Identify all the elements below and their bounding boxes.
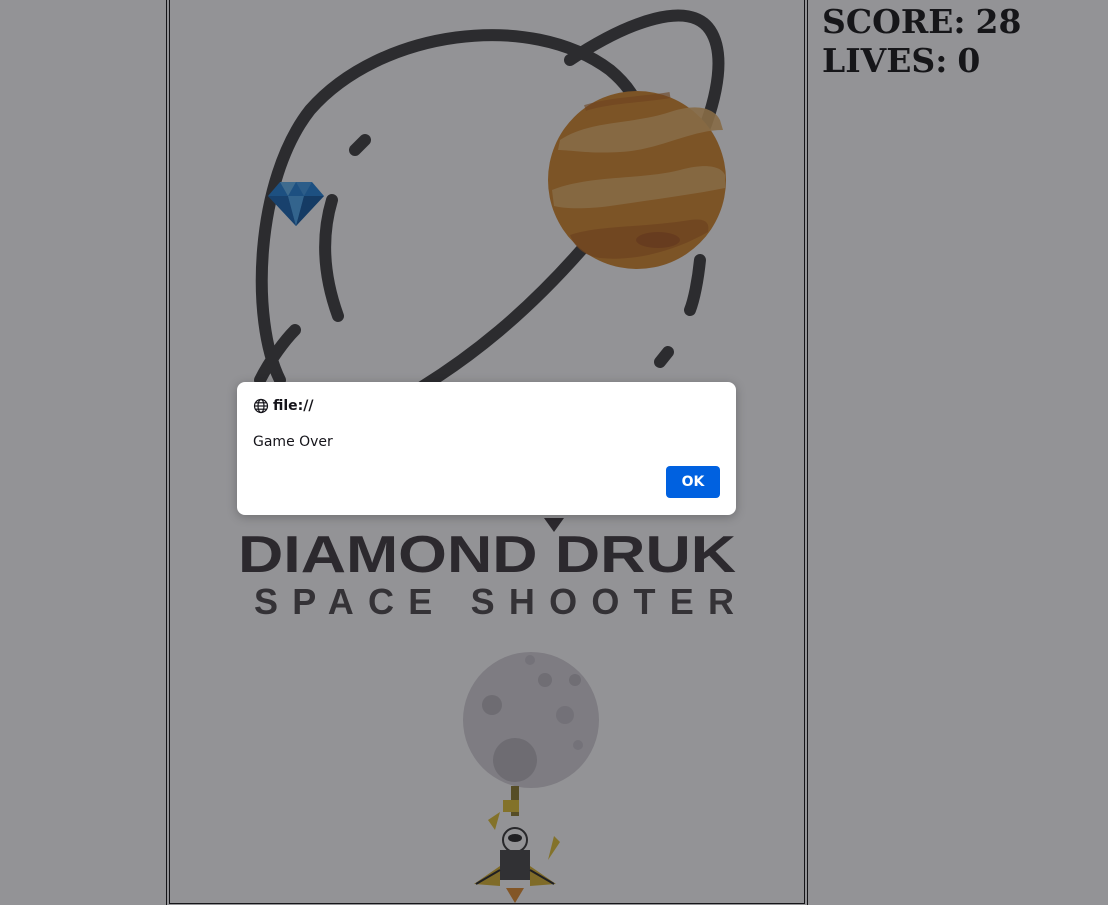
game-page: DIAMOND DRUK SPACE SHOOTER SCORE: 28 LIV… bbox=[0, 0, 1108, 905]
dialog-origin-text: file:// bbox=[273, 398, 314, 414]
alert-dialog: file:// Game Over OK bbox=[237, 382, 736, 515]
ok-button[interactable]: OK bbox=[666, 466, 720, 498]
dialog-message: Game Over bbox=[253, 434, 333, 450]
dialog-origin: file:// bbox=[253, 398, 314, 414]
globe-icon bbox=[253, 398, 273, 414]
